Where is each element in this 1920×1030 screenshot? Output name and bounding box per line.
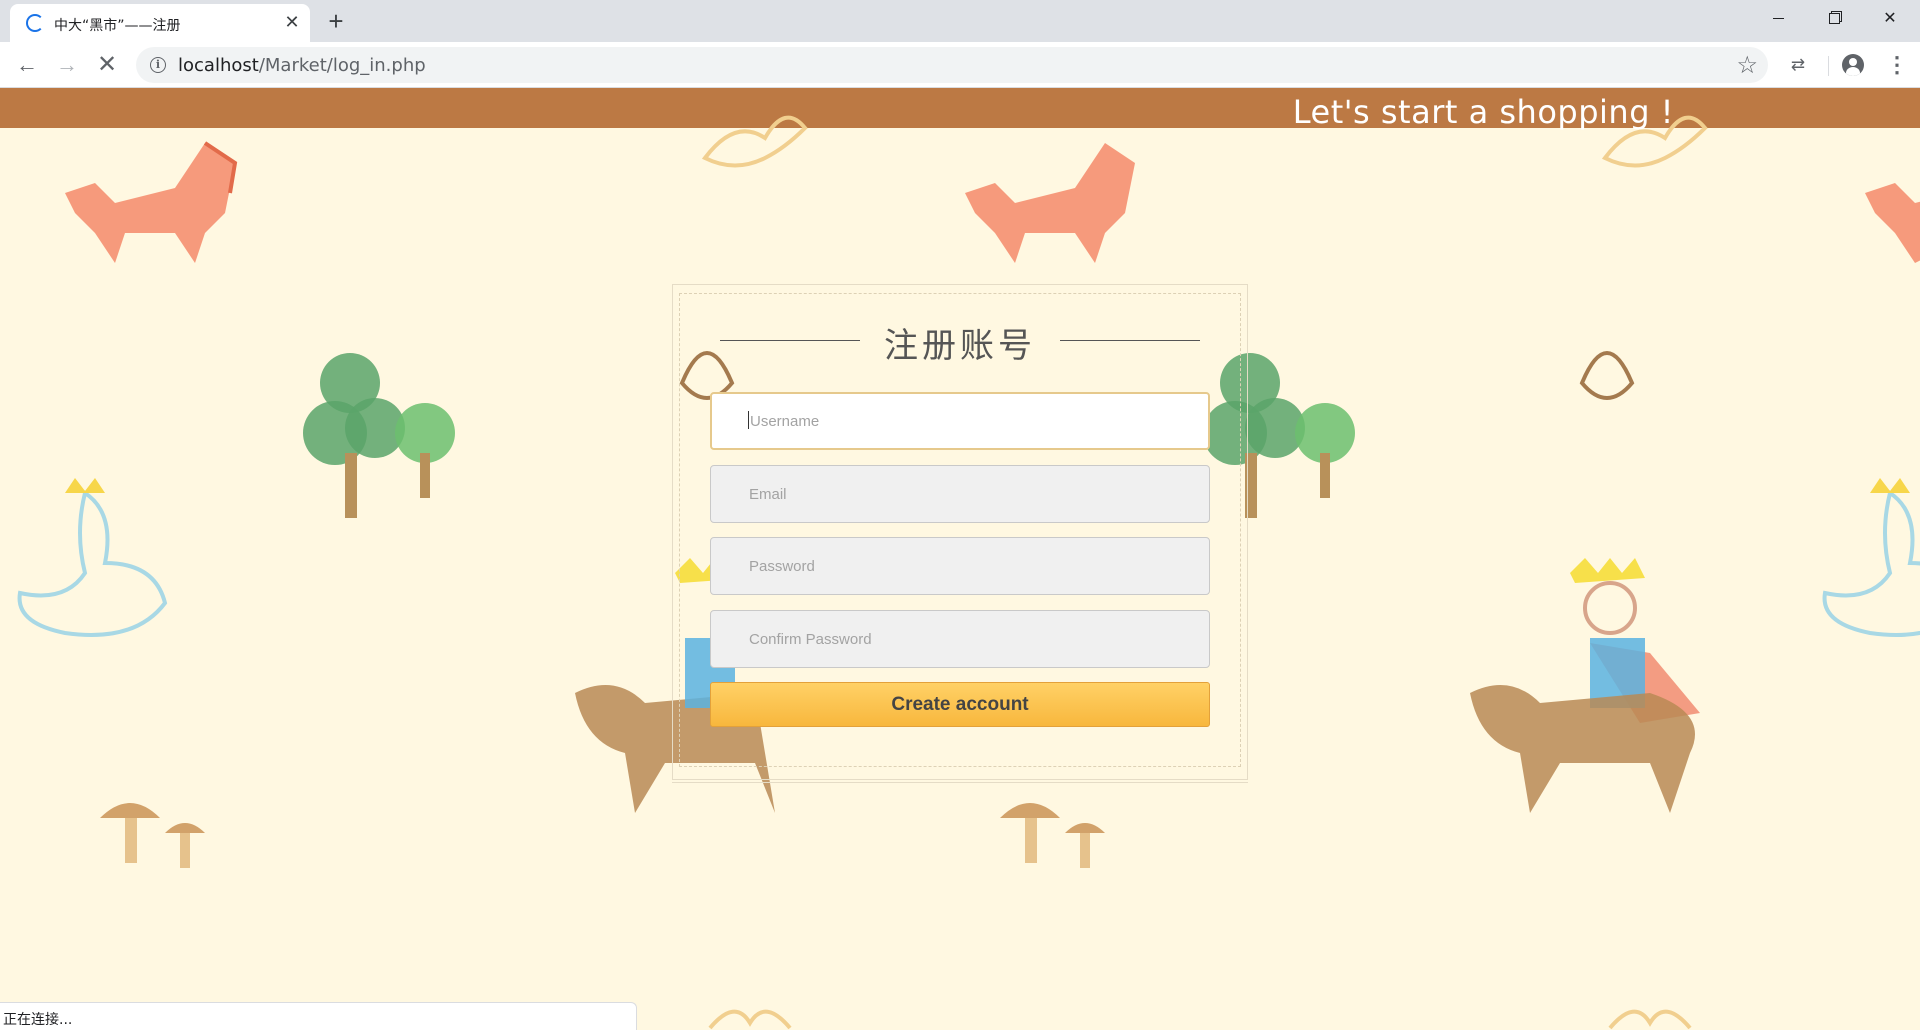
window-close-button[interactable]: ✕ xyxy=(1862,0,1918,38)
url-text[interactable]: localhost/Market/log_in.php xyxy=(178,55,426,76)
back-arrow-icon[interactable]: ← xyxy=(12,50,42,80)
swan-doodle-icon xyxy=(17,478,168,637)
swan-doodle-icon xyxy=(1822,478,1920,637)
loading-spinner-icon xyxy=(26,14,44,32)
mushroom-doodle-icon xyxy=(100,803,205,868)
password-input[interactable] xyxy=(710,537,1210,595)
bird-doodle-icon xyxy=(1601,115,1708,168)
toolbar-divider xyxy=(1828,56,1829,76)
prince-on-horse-doodle-icon xyxy=(1470,558,1700,813)
bird-doodle-icon xyxy=(708,1009,792,1030)
window-minimize-button[interactable] xyxy=(1750,0,1806,38)
browser-toolbar: ← → ✕ i localhost/Market/log_in.php ☆ ⇄ … xyxy=(0,42,1920,88)
register-card-base xyxy=(672,779,1248,783)
window-restore-button[interactable] xyxy=(1806,0,1862,38)
text-caret xyxy=(748,411,749,429)
acorn-doodle-icon xyxy=(1579,351,1635,400)
confirm-password-input[interactable] xyxy=(710,610,1210,668)
tab-title: 中大“黑市”——注册 xyxy=(54,18,181,34)
email-input[interactable] xyxy=(710,465,1210,523)
username-input[interactable] xyxy=(710,392,1210,450)
stop-loading-icon[interactable]: ✕ xyxy=(92,50,122,80)
info-icon[interactable]: i xyxy=(150,57,166,73)
forward-arrow-icon[interactable]: → xyxy=(52,50,82,80)
status-bar: 正在连接... xyxy=(0,1002,637,1030)
more-menu-icon[interactable]: ⋮ xyxy=(1886,52,1908,78)
profile-avatar-icon[interactable] xyxy=(1842,54,1864,76)
register-title: 注册账号 xyxy=(884,326,1036,366)
fox-doodle-icon xyxy=(65,141,238,263)
title-divider-right xyxy=(1060,340,1200,341)
fox-doodle-icon xyxy=(965,143,1135,263)
title-divider-left xyxy=(720,340,860,341)
bird-doodle-icon xyxy=(1608,1009,1692,1030)
browser-tabstrip: 中大“黑市”——注册 ✕ + ✕ xyxy=(0,0,1920,42)
new-tab-button[interactable]: + xyxy=(322,8,350,36)
bookmark-star-icon[interactable]: ☆ xyxy=(1736,51,1758,80)
address-bar[interactable]: i localhost/Market/log_in.php ☆ xyxy=(136,47,1768,83)
bird-doodle-icon xyxy=(701,115,808,168)
fox-doodle-icon xyxy=(1865,183,1920,263)
mushroom-doodle-icon xyxy=(1000,803,1105,868)
browser-tab[interactable]: 中大“黑市”——注册 ✕ xyxy=(10,4,310,42)
tree-doodle-icon xyxy=(303,353,455,518)
create-account-button[interactable]: Create account xyxy=(710,682,1210,727)
close-tab-icon[interactable]: ✕ xyxy=(282,12,302,32)
extension-icon[interactable]: ⇄ xyxy=(1785,52,1811,78)
